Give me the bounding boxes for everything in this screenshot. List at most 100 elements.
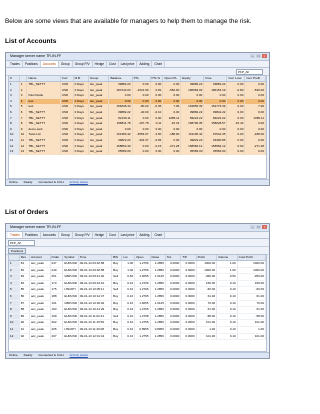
table-cell: 0.0000 bbox=[180, 333, 197, 341]
table-cell: 88 bbox=[19, 306, 31, 314]
maximize-icon[interactable]: □ bbox=[256, 54, 261, 58]
table-row[interactable]: 12 92 acc_peak 207 EURUSD 09-01-13 12:01:44 Bu… bbox=[9, 333, 266, 341]
tab-adding[interactable]: Adding bbox=[137, 232, 153, 238]
intro-text: Below are some views that are available … bbox=[5, 18, 252, 25]
table-row[interactable]: 13 13 TBL_SETTT USD 0 Days tier_peak 35583.00 0… bbox=[9, 149, 266, 155]
table-cell: 0.8955 bbox=[134, 326, 151, 334]
tab-hedge[interactable]: Hedge bbox=[92, 232, 108, 238]
table-cell: 0.0000 bbox=[165, 260, 182, 268]
table-row[interactable]: 7 87 acc_peak 191 GBPUSD 09-01-13 10:30:02 Buy… bbox=[9, 300, 266, 308]
tab-group-p-v[interactable]: Group P/V bbox=[72, 61, 93, 67]
table-row[interactable]: 1 81 acc_peak 247 EURUSD 09-01-13 09:40:58 Buy… bbox=[9, 260, 266, 268]
minimize-icon[interactable]: – bbox=[250, 225, 255, 229]
tab-cust[interactable]: Cust bbox=[107, 61, 119, 67]
table-row[interactable]: 2 82 acc_peak 249 EURUSD 09-01-13 09:40:58 Buy… bbox=[9, 267, 266, 275]
tab-accounts[interactable]: Accounts bbox=[40, 61, 59, 67]
table-cell: Sell bbox=[111, 286, 123, 294]
table-cell: 150.00 bbox=[237, 280, 266, 288]
table-cell: 09-01-13 11:40:08 bbox=[78, 326, 113, 334]
table-cell: 0.0000 bbox=[180, 286, 197, 294]
table-cell: 0.00 bbox=[162, 149, 182, 155]
table-cell: Buy bbox=[111, 267, 123, 275]
tab-trades[interactable]: Trades bbox=[8, 232, 23, 238]
table-cell: acc_peak bbox=[29, 333, 51, 341]
table-cell: 84 bbox=[19, 280, 31, 288]
table-cell: 1.00 bbox=[121, 267, 136, 275]
table-cell: 1.2856 bbox=[150, 306, 166, 314]
table-row[interactable]: 4 84 acc_peak 173 EURUSD 09-01-13 09:42:10 Buy… bbox=[9, 280, 266, 288]
table-cell: acc_peak bbox=[29, 313, 51, 321]
table-cell: 86 bbox=[19, 293, 31, 301]
table-cell: acc_peak bbox=[29, 280, 51, 288]
table-cell: 0.0000 bbox=[165, 326, 182, 334]
tab-group[interactable]: Group bbox=[58, 61, 73, 67]
table-cell: 193 bbox=[50, 306, 64, 314]
tab-group-p-v[interactable]: Group P/V bbox=[72, 232, 93, 238]
table-row[interactable]: 9 89 acc_peak 199 EURUSD 09-01-13 11:02:31 Sel… bbox=[9, 313, 266, 321]
table-cell: 5 bbox=[9, 286, 20, 294]
orders-table: Rev Account Order Symbol Time B/S Lot Open Close… bbox=[9, 255, 266, 341]
table-cell: 0.0000 bbox=[165, 300, 182, 308]
table-cell: 09-01-13 10:12:47 bbox=[78, 293, 113, 301]
table-cell: 35583.00 bbox=[203, 149, 228, 155]
table-cell: 0.00 bbox=[150, 149, 164, 155]
close-icon[interactable]: × bbox=[262, 54, 267, 58]
tab-chart[interactable]: Chart bbox=[152, 61, 166, 67]
tab-last-price[interactable]: Last price bbox=[118, 232, 138, 238]
table-cell: 0.0000 bbox=[180, 280, 197, 288]
tab-hedge[interactable]: Hedge bbox=[92, 61, 108, 67]
table-row[interactable]: 6 86 acc_peak 188 EURUSD 09-01-13 10:12:47 Buy… bbox=[9, 293, 266, 301]
table-cell: 0.10 bbox=[216, 293, 238, 301]
table-cell: 4 bbox=[9, 280, 20, 288]
table-row[interactable]: 10 90 acc_peak 202 EURUSD 09-01-13 11:15:59 Bu… bbox=[9, 319, 266, 327]
table-cell: Sell bbox=[111, 273, 123, 281]
table-cell: 0.0000 bbox=[180, 267, 197, 275]
tab-group[interactable]: Group bbox=[58, 232, 73, 238]
table-cell: -350.00 bbox=[196, 273, 218, 281]
table-cell: -60.00 bbox=[237, 286, 266, 294]
table-cell: 150.00 bbox=[196, 280, 218, 288]
table-cell: 61.00 bbox=[237, 293, 266, 301]
table-cell: 1.2796 bbox=[134, 286, 151, 294]
table-cell: 09-01-13 10:05:11 bbox=[78, 286, 113, 294]
tab-positions[interactable]: Positions bbox=[22, 232, 41, 238]
status-activity-link[interactable]: Activity status bbox=[70, 180, 88, 185]
tab-cust[interactable]: Cust bbox=[107, 232, 119, 238]
table-cell: Buy bbox=[111, 280, 123, 288]
table-cell: 9 bbox=[9, 313, 20, 321]
table-row[interactable]: 11 91 acc_peak 205 USDJPY 09-01-13 11:40:08 Bu… bbox=[9, 326, 266, 334]
tab-accounts[interactable]: Accounts bbox=[40, 232, 59, 238]
table-cell: USDJPY bbox=[62, 286, 79, 294]
table-cell: 35583.00 bbox=[108, 149, 133, 155]
table-cell: 1.2856 bbox=[150, 267, 166, 275]
table-cell: EURUSD bbox=[62, 313, 79, 321]
window-titlebar: Manager server name TR-IN-FF – □ × bbox=[6, 224, 269, 232]
tab-trades[interactable]: Trades bbox=[8, 61, 23, 67]
minimize-icon[interactable]: – bbox=[250, 54, 255, 58]
table-cell: 1.2856 bbox=[150, 319, 166, 327]
table-cell: 1.2856 bbox=[150, 293, 166, 301]
table-cell: 92 bbox=[19, 333, 31, 341]
table-cell: 0.0000 bbox=[165, 313, 182, 321]
table-cell: 0.0000 bbox=[180, 326, 197, 334]
status-activity-link[interactable]: Activity status bbox=[70, 353, 88, 358]
table-row[interactable]: 3 83 acc_peak 251 GBPUSD 09-01-13 09:41:02 Sel… bbox=[9, 273, 266, 281]
accounts-window: Manager server name TR-IN-FF – □ × Trade… bbox=[5, 52, 270, 186]
tab-last-price[interactable]: Last price bbox=[118, 61, 138, 67]
table-cell: 101.00 bbox=[237, 333, 266, 341]
table-cell: acc_peak bbox=[29, 300, 51, 308]
table-row[interactable]: 8 88 acc_peak 193 EURUSD 09-01-13 10:41:29 Buy… bbox=[9, 306, 266, 314]
close-icon[interactable]: × bbox=[262, 225, 267, 229]
tab-adding[interactable]: Adding bbox=[137, 61, 153, 67]
table-cell: 0.0000 bbox=[180, 293, 197, 301]
status-bar: Online Ready Connected to CCH Activity s… bbox=[6, 179, 269, 185]
tab-chart[interactable]: Chart bbox=[152, 232, 166, 238]
tab-positions[interactable]: Positions bbox=[22, 61, 41, 67]
group-filter-select[interactable]: PFP_All bbox=[8, 240, 35, 246]
table-cell: acc_peak bbox=[29, 293, 51, 301]
table-row[interactable]: 5 85 acc_peak 175 USDJPY 09-01-13 10:05:11 Sel… bbox=[9, 286, 266, 294]
tab-bar: Trades Positions Accounts Group Group P/V Hed… bbox=[6, 61, 269, 68]
table-cell: -58.00 bbox=[237, 313, 266, 321]
table-cell: 09-01-13 11:02:31 bbox=[78, 313, 113, 321]
maximize-icon[interactable]: □ bbox=[256, 225, 261, 229]
